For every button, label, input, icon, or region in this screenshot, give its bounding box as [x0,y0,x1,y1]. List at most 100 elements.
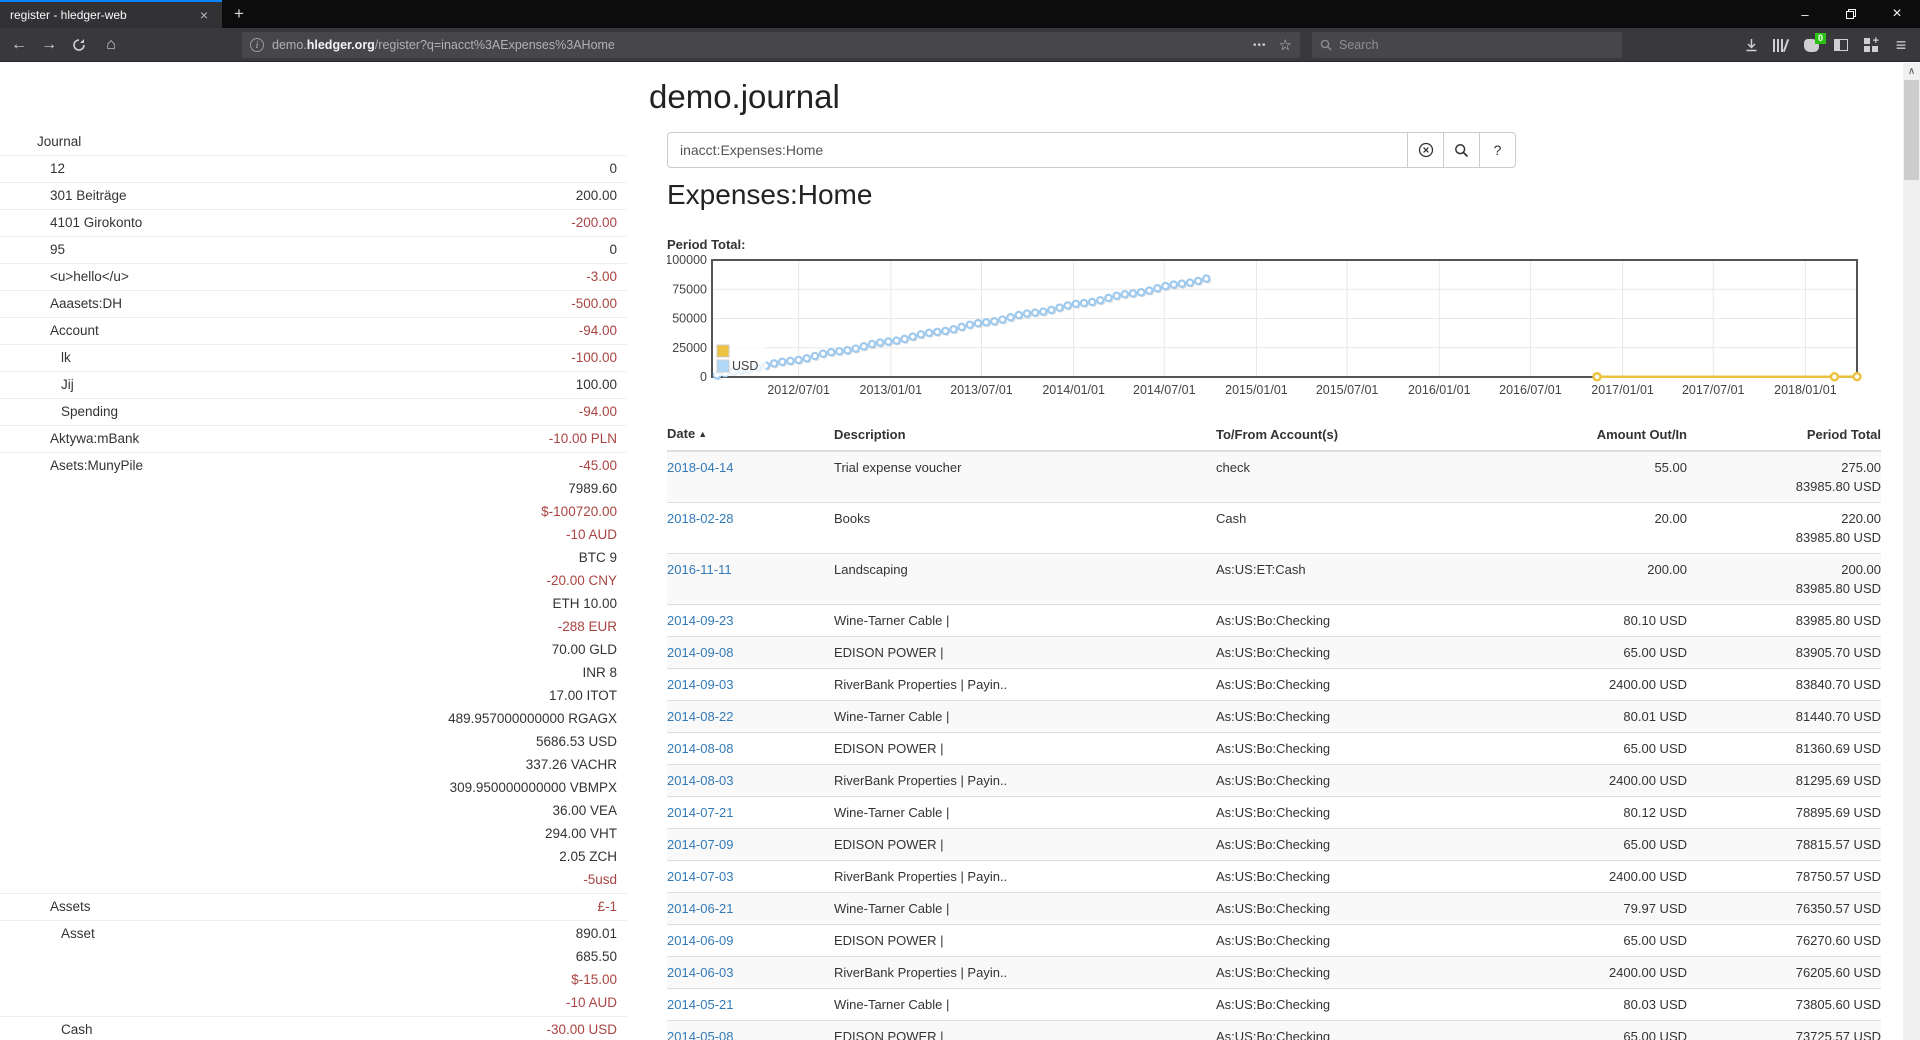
sidebar-account-link[interactable]: Jij [0,373,576,396]
transaction-date-link[interactable]: 2014-05-08 [667,1029,734,1040]
col-header-description: Description [826,419,1208,451]
account-balance: 100.00 [576,373,627,396]
sidebar-account-link[interactable]: Asets:MunyPile [0,454,448,477]
sidebar-account-link[interactable]: 301 Beiträge [0,184,576,207]
sidebar-account-link[interactable]: <u>hello</u> [0,265,586,288]
transaction-description: EDISON POWER | [826,1021,1208,1040]
new-tab-button[interactable]: + [222,0,256,28]
home-button[interactable]: ⌂ [96,31,126,59]
forward-button[interactable]: → [34,31,64,59]
transaction-accounts: As:US:Bo:Checking [1208,957,1508,989]
transaction-date-link[interactable]: 2014-08-22 [667,709,734,724]
transaction-accounts: As:US:Bo:Checking [1208,989,1508,1021]
balance-amount: 0 [609,238,617,261]
transaction-date-link[interactable]: 2018-02-28 [667,511,734,526]
scroll-up-arrow[interactable]: ∧ [1903,63,1920,80]
sidebar-account-link[interactable]: Aktywa:mBank [0,427,549,450]
library-button[interactable] [1766,31,1796,59]
sidebar-account-link[interactable]: Asset [0,922,566,945]
transaction-date-link[interactable]: 2014-08-03 [667,773,734,788]
series-point-usd [926,330,932,336]
transaction-amount: 65.00 USD [1508,1021,1687,1040]
scroll-thumb[interactable] [1904,80,1919,180]
magnifier-icon [1454,143,1469,158]
legend-swatch-nosym [717,345,729,357]
pocket-grid-button[interactable]: + [1856,31,1886,59]
balance-amount: 200.00 [576,184,617,207]
transaction-date-link[interactable]: 2014-06-09 [667,933,734,948]
transaction-description: RiverBank Properties | Payin.. [826,957,1208,989]
sidebar-account-link[interactable]: Assets [0,895,597,918]
balance-amount: ETH 10.00 [448,592,617,615]
series-point-usd [1154,285,1160,291]
transaction-date-link[interactable]: 2014-07-03 [667,869,734,884]
sidebar-account-link[interactable]: Aaasets:DH [0,292,571,315]
extension-button[interactable]: 0 [1796,31,1826,59]
transaction-date-link[interactable]: 2014-09-03 [667,677,734,692]
sidebar-account-row: <u>hello</u>-3.00 [0,264,627,291]
back-button[interactable]: ← [4,31,34,59]
browser-search-bar[interactable]: Search [1312,32,1622,58]
series-point-usd [1105,295,1111,301]
download-button[interactable] [1736,31,1766,59]
browser-tab-active[interactable]: register - hledger-web × [0,0,222,28]
transaction-date-link[interactable]: 2018-04-14 [667,460,734,475]
register-row: 2014-06-09EDISON POWER |As:US:Bo:Checkin… [667,925,1881,957]
sidebar-journal-row: Journal [0,129,627,156]
transaction-amount: 80.01 USD [1508,701,1687,733]
help-button[interactable]: ? [1479,132,1516,168]
tab-close-icon[interactable]: × [196,7,212,23]
sidebar-toggle-button[interactable] [1826,31,1856,59]
window-minimize-button[interactable]: – [1782,0,1828,28]
transaction-date-link[interactable]: 2014-05-21 [667,997,734,1012]
sidebar-account-row: 950 [0,237,627,264]
balance-amount: -500.00 [571,292,617,315]
series-point-usd [1089,299,1095,305]
page-scrollbar[interactable]: ∧ [1903,63,1920,1040]
transaction-date-link[interactable]: 2014-06-03 [667,965,734,980]
transaction-date-link[interactable]: 2014-09-08 [667,645,734,660]
sidebar-account-link[interactable]: 4101 Girokonto [0,211,571,234]
search-submit-button[interactable] [1443,132,1480,168]
series-point-usd [901,336,907,342]
sidebar-account-link[interactable]: lk [0,346,571,369]
balance-amount: 2.05 ZCH [448,845,617,868]
account-balance: -100.00 [571,346,627,369]
sidebar-account-link[interactable]: Account [0,319,579,342]
sidebar-journal-link[interactable]: Journal [0,130,627,153]
transaction-amount: 2400.00 USD [1508,957,1687,989]
url-bar[interactable]: i demo.hledger.org/register?q=inacct%3AE… [242,32,1300,58]
transaction-accounts: Cash [1208,503,1508,554]
menu-button[interactable]: ≡ [1886,31,1916,59]
window-close-button[interactable]: × [1874,0,1920,28]
sidebar-account-link[interactable]: 12 [0,157,609,180]
transaction-date-link[interactable]: 2014-06-21 [667,901,734,916]
x-axis-label: 2017/07/01 [1682,383,1745,397]
series-point-usd [1024,310,1030,316]
series-point-usd [804,355,810,361]
sidebar-account-link[interactable]: Cash [0,1018,546,1040]
transaction-amount: 20.00 [1508,503,1687,554]
transaction-date-link[interactable]: 2014-08-08 [667,741,734,756]
clear-query-button[interactable] [1407,132,1444,168]
site-info-icon[interactable]: i [250,38,264,52]
query-input[interactable] [667,132,1408,168]
series-point-usd [795,357,801,363]
sidebar-account-link[interactable]: Spending [0,400,579,423]
x-axis-label: 2015/01/01 [1225,383,1288,397]
transaction-date-link[interactable]: 2014-07-21 [667,805,734,820]
transaction-amount: 80.10 USD [1508,605,1687,637]
bookmark-star-icon[interactable]: ☆ [1279,36,1292,54]
col-header-date[interactable]: Date▲ [667,419,826,451]
transaction-amount: 65.00 USD [1508,925,1687,957]
sidebar-account-link[interactable]: 95 [0,238,609,261]
search-icon [1320,39,1332,51]
series-point-usd [1162,283,1168,289]
page-actions-icon[interactable]: ••• [1253,40,1267,51]
reload-button[interactable] [64,31,94,59]
transaction-date-link[interactable]: 2014-07-09 [667,837,734,852]
series-point-usd [975,320,981,326]
transaction-date-link[interactable]: 2016-11-11 [667,562,732,577]
transaction-date-link[interactable]: 2014-09-23 [667,613,734,628]
window-restore-button[interactable] [1828,0,1874,28]
